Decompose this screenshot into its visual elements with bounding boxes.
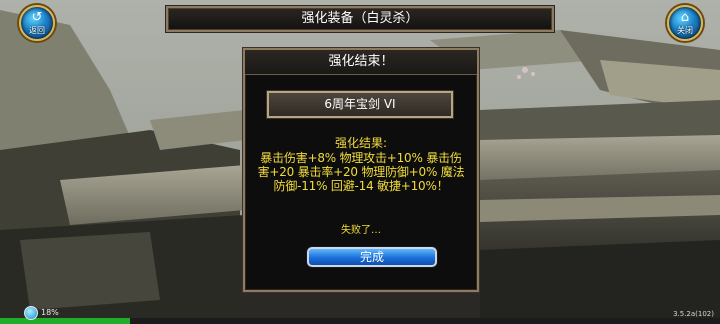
result-stats: 暴击伤害+8% 物理攻击+10% 暴击伤 害+20 暴击率+20 物理防御+0%…	[251, 151, 471, 193]
close-button-label: 关闭	[677, 26, 693, 35]
enhance-result-dialog: 强化结束！ 6周年宝剑 VI 强化结果: 暴击伤害+8% 物理攻击+10% 暴击…	[243, 48, 479, 292]
result-heading: 强化结果:	[334, 136, 388, 150]
progress-fill	[0, 318, 130, 324]
version-label: 3.5.2a(102)	[673, 310, 714, 318]
back-button-orb: ↺ 返回	[19, 5, 55, 41]
loading-progress-bar	[0, 318, 720, 324]
dialog-title: 强化结束！	[245, 50, 477, 75]
result-line: 害+20 暴击率+20 物理防御+0% 魔法	[257, 165, 465, 179]
result-line: 暴击伤害+8% 物理攻击+10% 暴击伤	[260, 151, 462, 165]
back-button[interactable]: ↺ 返回	[12, 2, 62, 46]
back-arrow-icon: ↺	[31, 10, 43, 25]
result-line: 防御-11% 回避-14 敏捷+10%！	[273, 179, 449, 193]
home-icon: ⌂	[680, 10, 690, 25]
close-button-orb: ⌂ 关闭	[667, 5, 703, 41]
confirm-button[interactable]: 完成	[307, 247, 437, 267]
back-button-label: 返回	[29, 26, 45, 35]
close-button[interactable]: ⌂ 关闭	[660, 2, 710, 46]
item-name-box: 6周年宝剑 VI	[267, 91, 453, 118]
status-text: 失败了…	[341, 225, 381, 236]
loading-icon	[24, 306, 38, 320]
page-title: 强化装备（白灵杀）	[166, 6, 554, 32]
progress-percent: 18%	[41, 308, 59, 317]
